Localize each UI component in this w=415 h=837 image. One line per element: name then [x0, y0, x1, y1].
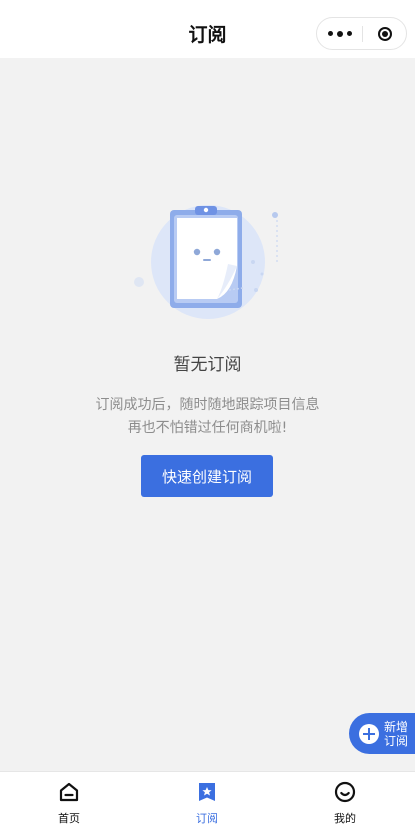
- fab-label: 新增订阅: [384, 719, 409, 748]
- close-mini-program-button[interactable]: [363, 18, 406, 49]
- tab-profile[interactable]: 我的: [300, 778, 390, 830]
- empty-state-desc-line1: 订阅成功后，随时随地跟踪项目信息: [95, 397, 320, 413]
- empty-state-desc-line2: 再也不怕错过任何商机啦!: [127, 420, 288, 436]
- more-dots-icon: [327, 31, 333, 36]
- empty-state-description: 订阅成功后，随时随地跟踪项目信息 再也不怕错过任何商机啦!: [0, 394, 415, 440]
- tab-bar: 首页 订阅 我的: [0, 771, 415, 837]
- tab-home-label: 首页: [58, 812, 80, 825]
- smile-face-icon: [334, 781, 356, 803]
- add-subscription-fab[interactable]: 新增订阅: [349, 713, 415, 754]
- bookmark-star-icon: [199, 783, 215, 801]
- more-menu-button[interactable]: [317, 18, 362, 49]
- empty-state-illustration: [125, 200, 295, 325]
- navigation-bar: 订阅: [0, 0, 415, 58]
- tab-subscription[interactable]: 订阅: [162, 778, 252, 830]
- tab-profile-label: 我的: [334, 812, 356, 825]
- home-icon: [59, 782, 79, 802]
- target-circle-icon: [377, 26, 392, 41]
- mini-program-capsule: [316, 17, 407, 50]
- create-subscription-button[interactable]: 快速创建订阅: [141, 455, 273, 497]
- tab-subscription-label: 订阅: [196, 812, 218, 825]
- tab-home[interactable]: 首页: [24, 778, 114, 830]
- plus-circle-icon: [359, 723, 379, 744]
- empty-state-title: 暂无订阅: [173, 355, 242, 375]
